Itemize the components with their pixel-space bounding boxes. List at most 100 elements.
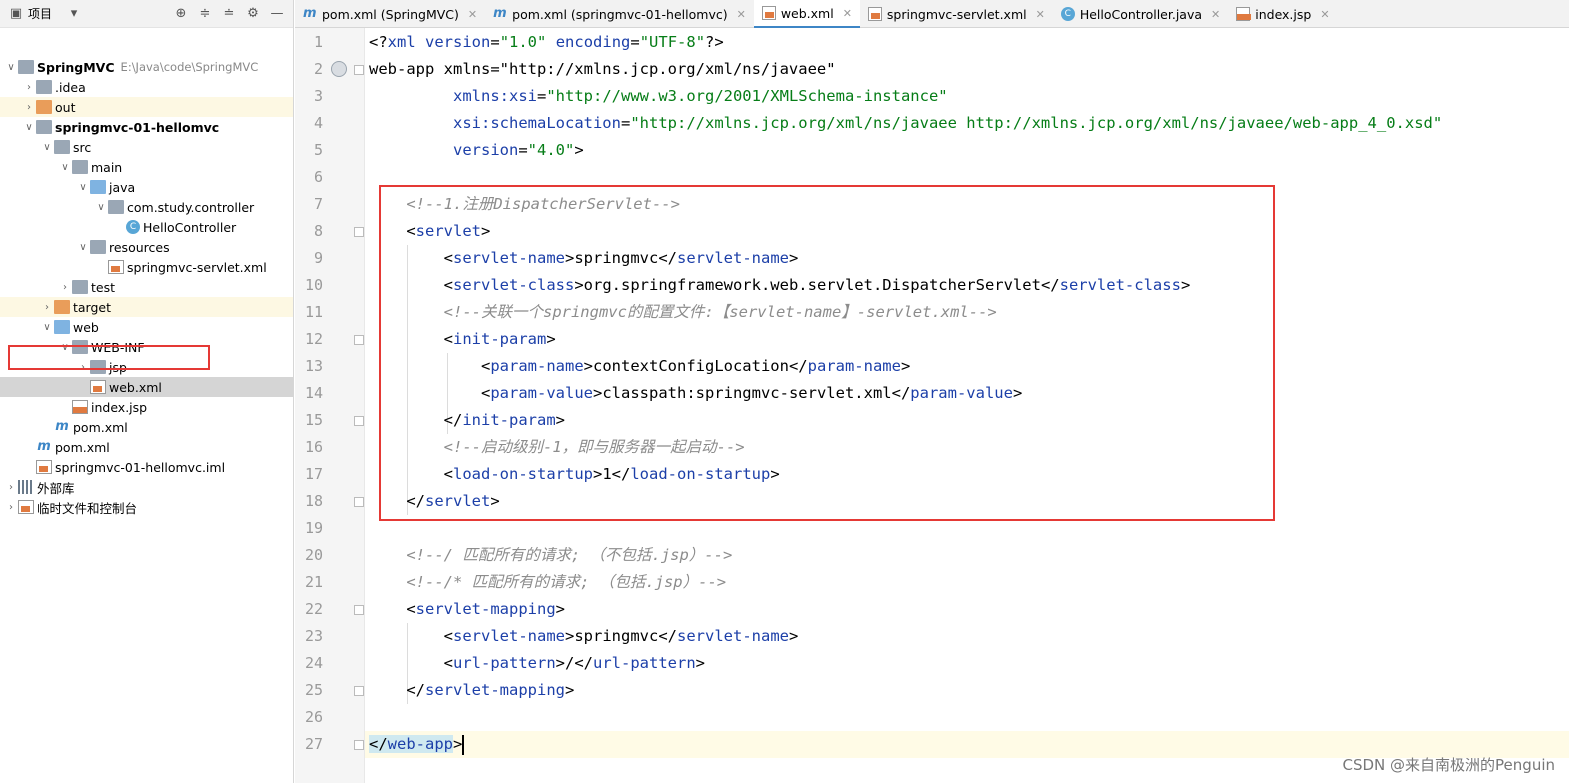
close-icon[interactable]: ✕ xyxy=(1211,8,1220,21)
tree-item[interactable]: › test xyxy=(0,277,293,297)
project-view-icon[interactable]: ▣ xyxy=(8,6,24,22)
fold-marker-icon[interactable] xyxy=(354,65,364,75)
code-line[interactable]: web-app xmlns="http://xmlns.jcp.org/xml/… xyxy=(369,56,836,83)
code-line[interactable]: </servlet-mapping> xyxy=(369,677,574,704)
tree-item[interactable]: › 临时文件和控制台 xyxy=(0,497,293,517)
code-line[interactable]: <!--/ 匹配所有的请求; （不包括.jsp）--> xyxy=(369,542,732,569)
code-line[interactable]: <param-name>contextConfigLocation</param… xyxy=(369,353,910,380)
tree-item[interactable]: springmvc-01-hellomvc.iml xyxy=(0,457,293,477)
close-icon[interactable]: ✕ xyxy=(468,8,477,21)
line-number: 5 xyxy=(313,141,323,159)
editor-tab[interactable]: C HelloController.java ✕ xyxy=(1053,0,1228,28)
chevron-right-icon[interactable]: › xyxy=(58,282,72,293)
editor-tab[interactable]: m pom.xml (SpringMVC) ✕ xyxy=(295,0,485,28)
tree-item-label: HelloController xyxy=(143,219,237,235)
chevron-down-icon[interactable]: ∨ xyxy=(22,122,36,133)
fold-marker-icon[interactable] xyxy=(354,740,364,750)
code-line[interactable]: xsi:schemaLocation="http://xmlns.jcp.org… xyxy=(369,110,1442,137)
tree-item[interactable]: web.xml xyxy=(0,377,293,397)
tree-item[interactable]: ∨ springmvc-01-hellomvc xyxy=(0,117,293,137)
tree-item[interactable]: ∨ web xyxy=(0,317,293,337)
tree-item[interactable]: ∨ main xyxy=(0,157,293,177)
tree-item[interactable]: ∨ SpringMVC E:\Java\code\SpringMVC xyxy=(0,57,293,77)
code-line[interactable]: <servlet-mapping> xyxy=(369,596,565,623)
tree-item[interactable]: ∨ src xyxy=(0,137,293,157)
tree-item-label: out xyxy=(55,99,76,115)
tree-item[interactable]: › out xyxy=(0,97,293,117)
close-icon[interactable]: ✕ xyxy=(1320,8,1329,21)
chevron-right-icon[interactable]: › xyxy=(4,502,18,513)
editor-tab[interactable]: web.xml ✕ xyxy=(753,0,860,28)
chevron-right-icon[interactable]: › xyxy=(40,302,54,313)
code-line[interactable]: <param-value>classpath:springmvc-servlet… xyxy=(369,380,1022,407)
chevron-right-icon[interactable]: › xyxy=(22,82,36,93)
code-line[interactable]: </web-app> xyxy=(369,731,465,758)
code-line[interactable]: </servlet> xyxy=(369,488,499,515)
maven-icon: m xyxy=(37,439,51,454)
fold-marker-icon[interactable] xyxy=(354,416,364,426)
fold-marker-icon[interactable] xyxy=(354,686,364,696)
tree-item[interactable]: m pom.xml xyxy=(0,417,293,437)
locate-icon[interactable]: ⊕ xyxy=(173,6,189,22)
chevron-down-icon[interactable]: ▾ xyxy=(66,6,82,22)
code-line[interactable]: <!--关联一个springmvc的配置文件:【servlet-name】-se… xyxy=(369,299,997,326)
project-panel-title[interactable]: 项目 xyxy=(28,5,52,22)
code-line[interactable]: version="4.0"> xyxy=(369,137,584,164)
chevron-down-icon[interactable]: ∨ xyxy=(40,142,54,153)
code-line[interactable]: <servlet-name>springmvc</servlet-name> xyxy=(369,623,799,650)
chevron-down-icon[interactable]: ∨ xyxy=(4,62,18,73)
expand-all-icon[interactable]: ≑ xyxy=(197,6,213,22)
code-line[interactable]: xmlns:xsi="http://www.w3.org/2001/XMLSch… xyxy=(369,83,948,110)
source-folder-icon xyxy=(90,180,106,194)
hide-panel-icon[interactable]: — xyxy=(269,6,285,22)
close-icon[interactable]: ✕ xyxy=(737,8,746,21)
tree-item[interactable]: index.jsp xyxy=(0,397,293,417)
tree-item-label: java xyxy=(109,179,136,195)
chevron-right-icon[interactable]: › xyxy=(22,102,36,113)
chevron-down-icon[interactable]: ∨ xyxy=(58,162,72,173)
fold-marker-icon[interactable] xyxy=(354,497,364,507)
close-icon[interactable]: ✕ xyxy=(1036,8,1045,21)
xml-file-icon xyxy=(108,260,124,274)
code-line[interactable]: <init-param> xyxy=(369,326,556,353)
tree-item[interactable]: m pom.xml xyxy=(0,437,293,457)
code-line[interactable]: <?xml version="1.0" encoding="UTF-8"?> xyxy=(369,29,724,56)
editor-tab[interactable]: springmvc-servlet.xml ✕ xyxy=(860,0,1053,28)
code-line[interactable]: <!--/* 匹配所有的请求; （包括.jsp）--> xyxy=(369,569,726,596)
tree-item[interactable]: C HelloController xyxy=(0,217,293,237)
schema-link-icon[interactable] xyxy=(331,61,347,77)
tree-item[interactable]: ∨ com.study.controller xyxy=(0,197,293,217)
fold-marker-icon[interactable] xyxy=(354,227,364,237)
chevron-right-icon[interactable]: › xyxy=(4,482,18,493)
code-line[interactable]: <servlet-name>springmvc</servlet-name> xyxy=(369,245,799,272)
tree-item[interactable]: ∨ resources xyxy=(0,237,293,257)
tree-item-label: springmvc-servlet.xml xyxy=(127,259,267,275)
code-line[interactable]: <servlet> xyxy=(369,218,490,245)
chevron-down-icon[interactable]: ∨ xyxy=(40,322,54,333)
tree-item[interactable]: ∨ java xyxy=(0,177,293,197)
code-line[interactable]: <servlet-class>org.springframework.web.s… xyxy=(369,272,1191,299)
editor-tab[interactable]: m pom.xml (springmvc-01-hellomvc) ✕ xyxy=(485,0,754,28)
editor-tab[interactable]: index.jsp ✕ xyxy=(1228,0,1337,28)
gear-icon[interactable]: ⚙ xyxy=(245,6,261,22)
fold-marker-icon[interactable] xyxy=(354,335,364,345)
chevron-down-icon[interactable]: ∨ xyxy=(76,242,90,253)
chevron-down-icon[interactable]: ∨ xyxy=(94,202,108,213)
fold-marker-icon[interactable] xyxy=(354,605,364,615)
collapse-all-icon[interactable]: ≐ xyxy=(221,6,237,22)
code-line[interactable]: <url-pattern>/</url-pattern> xyxy=(369,650,705,677)
chevron-down-icon[interactable]: ∨ xyxy=(76,182,90,193)
tab-label: index.jsp xyxy=(1255,6,1312,22)
close-icon[interactable]: ✕ xyxy=(843,7,852,20)
tree-item[interactable]: › 外部库 xyxy=(0,477,293,497)
folder-icon xyxy=(54,140,70,154)
code-editor[interactable]: 1 2 3 4 5 6 7 8 9 10 11 12 13 14 15 16 17 18 19 20 21 22 23 24 2… xyxy=(295,28,1569,783)
code-line[interactable]: </init-param> xyxy=(369,407,565,434)
code-line[interactable]: <load-on-startup>1</load-on-startup> xyxy=(369,461,780,488)
tree-item-label: .idea xyxy=(55,79,86,95)
tree-item[interactable]: › .idea xyxy=(0,77,293,97)
code-line[interactable]: <!--启动级别-1，即与服务器一起启动--> xyxy=(369,434,745,461)
code-line[interactable]: <!--1.注册DispatcherServlet--> xyxy=(369,191,680,218)
tree-item[interactable]: springmvc-servlet.xml xyxy=(0,257,293,277)
tree-item[interactable]: › target xyxy=(0,297,293,317)
